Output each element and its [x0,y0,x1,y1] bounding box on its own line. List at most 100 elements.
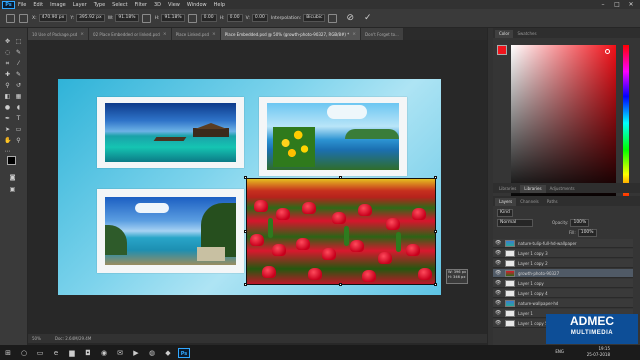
minimize-button[interactable]: – [596,0,610,9]
menu-type[interactable]: Type [94,2,105,8]
opacity-field[interactable]: 100% [570,218,590,227]
eyedropper-icon[interactable]: ⁄ [15,60,22,67]
transform-handle-middle-right[interactable] [434,230,437,233]
menu-3d[interactable]: 3D [154,2,161,8]
task-view-icon[interactable]: ▭ [34,348,46,358]
dodge-tool-icon[interactable]: ◖ [15,104,22,111]
transform-handle-top-left[interactable] [244,176,247,179]
edge-icon[interactable]: e [50,348,62,358]
transform-handle-top-center[interactable] [339,176,342,179]
angle-field[interactable]: 0.00 [200,14,217,22]
tab-libraries-b[interactable]: Libraries [520,185,546,193]
menu-layer[interactable]: Layer [73,2,87,8]
transform-handle-top-right[interactable] [434,176,437,179]
close-tab-icon[interactable]: × [163,32,167,37]
document-canvas[interactable] [58,79,441,295]
menu-select[interactable]: Select [112,2,127,8]
fill-field[interactable]: 100% [577,228,597,237]
blur-tool-icon[interactable]: ● [4,104,11,111]
layer-kind-filter[interactable]: Kind [497,208,513,217]
layer-row[interactable]: 👁 Layer 1 copy 2 [493,259,633,268]
transform-handle-bottom-right[interactable] [434,283,437,286]
maximize-button[interactable]: □ [610,0,624,9]
interpolation-select[interactable]: Bicubic [303,14,326,22]
layer-row[interactable]: 👁 Layer 1 copy [493,279,633,288]
layer-row[interactable]: 👁 Layer 1 copy 3 [493,249,633,258]
width-field[interactable]: 91.18% [115,14,139,22]
tab-place-embedded-or-linked[interactable]: 02 Place Embedded or linked.psd × [89,28,172,40]
h-skew-field[interactable]: 0.00 [226,14,243,22]
commit-transform-icon[interactable]: ✓ [364,13,372,23]
color-picker-cursor[interactable] [605,49,610,54]
menu-view[interactable]: View [168,2,180,8]
lasso-tool-icon[interactable]: ◌ [4,49,11,56]
zoom-level[interactable]: 50% [32,336,41,341]
foreground-color-swatch[interactable] [7,156,16,165]
tab-dont-forget[interactable]: Don't Forget to... [361,28,404,40]
shape-tool-icon[interactable]: ▭ [15,126,22,133]
firefox-icon[interactable]: ◍ [146,348,158,358]
eye-icon[interactable]: 👁 [495,260,501,266]
close-tab-icon[interactable]: × [80,32,84,37]
tab-place-embedded[interactable]: Place Embedded.psd @ 50% (growth-photo-9… [220,28,362,40]
tab-color[interactable]: Color [495,30,514,38]
quick-mask-icon[interactable]: ◙ [9,174,16,181]
brush-tool-icon[interactable]: ✎ [15,71,22,78]
crop-tool-icon[interactable]: ⌗ [4,60,11,67]
clone-stamp-icon[interactable]: ⚲ [4,82,11,89]
gradient-icon[interactable]: ▦ [15,93,22,100]
tab-paths[interactable]: Paths [543,198,562,206]
menu-edit[interactable]: Edit [33,2,43,8]
more-tools-icon[interactable]: ⋯ [4,148,11,155]
quick-select-icon[interactable]: ✎ [15,49,22,56]
zoom-tool-icon[interactable]: ⚲ [15,137,22,144]
hand-tool-icon[interactable]: ✋ [4,137,11,144]
tab-swatches[interactable]: Swatches [513,30,540,38]
eye-icon[interactable]: 👁 [495,280,501,286]
windows-start-icon[interactable]: ⊞ [2,348,14,358]
eye-icon[interactable]: 👁 [495,240,501,246]
menu-filter[interactable]: Filter [135,2,147,8]
healing-brush-icon[interactable]: ✚ [4,71,11,78]
language-indicator[interactable]: ENG [555,349,564,354]
tab-layers[interactable]: Layers [495,198,517,206]
eye-icon[interactable]: 👁 [495,300,501,306]
v-skew-field[interactable]: 0.00 [251,14,268,22]
folder-icon[interactable]: ▆ [66,348,78,358]
y-field[interactable]: 395.92 px [75,14,105,22]
color-panel-foreground-swatch[interactable] [497,45,507,55]
layer-row[interactable]: 👁 nature-tulip-full-hd-wallpaper [493,239,633,248]
menu-help[interactable]: Help [214,2,225,8]
eye-icon[interactable]: 👁 [495,310,501,316]
cancel-transform-icon[interactable]: ⊘ [346,13,354,23]
marquee-tool-icon[interactable]: ⬚ [15,38,22,45]
hue-slider[interactable] [623,45,629,201]
tab-package[interactable]: 10 Use of Package.psd × [28,28,90,40]
video-icon[interactable]: ▶ [130,348,142,358]
path-select-icon[interactable]: ➤ [4,126,11,133]
tab-place-linked[interactable]: Place Linked.psd × [171,28,221,40]
close-tab-icon[interactable]: × [212,32,216,37]
move-tool-preset-icon[interactable] [6,13,15,23]
illustrator-icon[interactable]: ◆ [162,348,174,358]
transform-handle-bottom-center[interactable] [339,283,342,286]
transform-handle-bottom-left[interactable] [244,283,247,286]
link-icon[interactable] [141,13,151,23]
reference-point-icon[interactable] [19,13,28,23]
move-tool-icon[interactable]: ✥ [4,38,11,45]
eye-icon[interactable]: 👁 [495,290,501,296]
layer-row[interactable]: 👁 Layer 1 copy 4 [493,289,633,298]
close-button[interactable]: ✕ [624,0,638,9]
eye-icon[interactable]: 👁 [495,250,501,256]
pen-tool-icon[interactable]: ✒ [4,115,11,122]
transform-handle-middle-left[interactable] [244,230,247,233]
screen-mode-icon[interactable]: ▣ [9,186,16,193]
height-field[interactable]: 91.18% [161,14,185,22]
layer-row-selected[interactable]: 👁 growth-photo-90327 [493,269,633,278]
chrome-icon[interactable]: ◉ [98,348,110,358]
photoshop-taskbar-icon[interactable]: Ps [178,347,190,358]
color-saturation-field[interactable] [511,45,616,201]
tab-libraries-a[interactable]: Libraries [495,185,520,193]
eye-icon[interactable]: 👁 [495,320,501,326]
x-field[interactable]: 470.90 px [38,14,68,22]
